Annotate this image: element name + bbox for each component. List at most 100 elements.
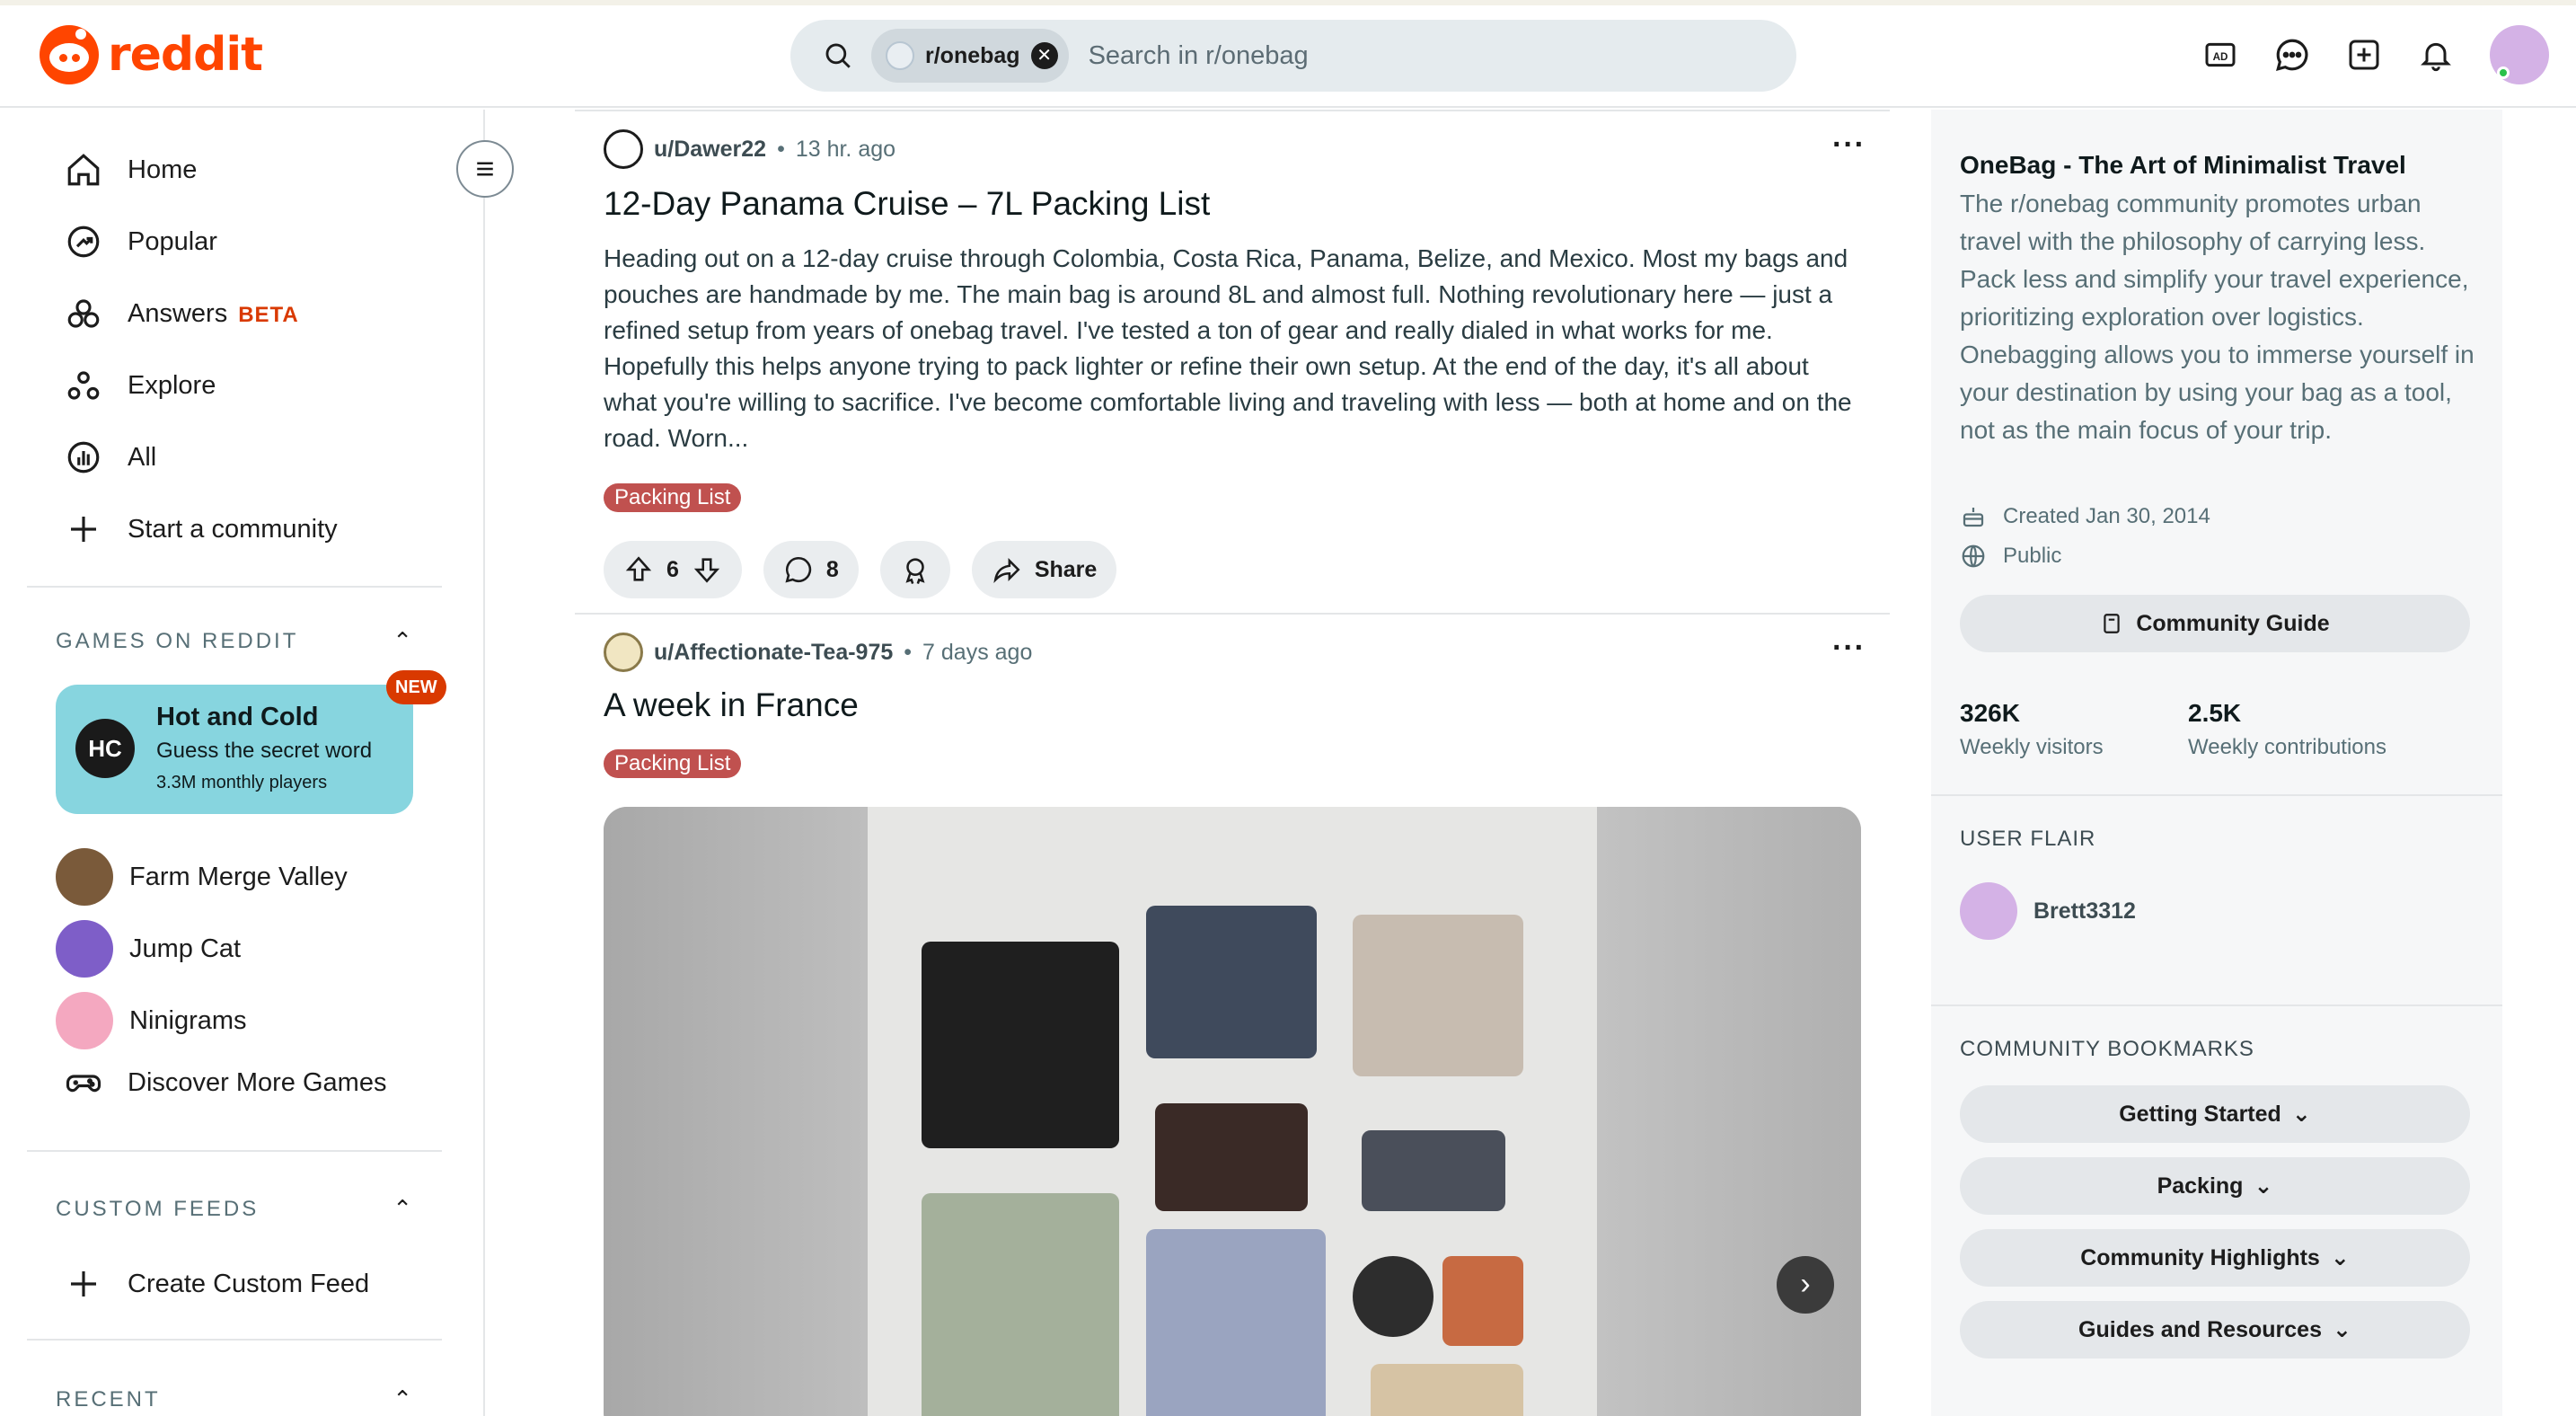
logo-text: reddit <box>108 28 263 82</box>
collapse-sidebar-button[interactable] <box>456 140 514 198</box>
plus-icon <box>71 517 96 542</box>
community-guide-label: Community Guide <box>2136 610 2330 636</box>
reddit-logo[interactable]: reddit <box>40 25 263 84</box>
post-title[interactable]: A week in France <box>604 686 859 724</box>
sidebar-item-label: Discover More Games <box>128 1067 387 1097</box>
games-section-header[interactable]: GAMES ON REDDIT ⌃ <box>56 627 415 655</box>
menu-icon <box>477 162 493 176</box>
post-image-gallery[interactable]: › <box>604 807 1861 1416</box>
upvote-icon[interactable] <box>623 554 654 585</box>
search-bar[interactable]: r/onebag ✕ <box>790 20 1796 92</box>
answers-icon <box>67 299 100 328</box>
new-badge: NEW <box>386 670 446 704</box>
chevron-up-icon: ⌃ <box>393 627 415 654</box>
user-flair[interactable]: Brett3312 <box>1960 882 2136 940</box>
sidebar-divider <box>27 586 442 588</box>
downvote-icon[interactable] <box>692 554 722 585</box>
bookmark-community-highlights[interactable]: Community Highlights ⌄ <box>1960 1229 2470 1287</box>
top-header: reddit r/onebag ✕ AD <box>0 5 2576 108</box>
sidebar-item-explore[interactable]: Explore <box>65 367 216 404</box>
sidebar-item-answers[interactable]: Answers BETA <box>65 295 299 332</box>
visibility-label: Public <box>2003 544 2062 568</box>
share-button[interactable]: Share <box>971 541 1117 598</box>
post-body[interactable]: Heading out on a 12-day cruise through C… <box>604 241 1861 456</box>
stat-label: Weekly visitors <box>1960 735 2104 759</box>
sidebar-item-farm-merge-valley[interactable]: Farm Merge Valley <box>56 848 348 906</box>
chevron-down-icon: ⌄ <box>2332 1317 2351 1342</box>
post-flair[interactable]: Packing List <box>604 483 742 512</box>
sidebar-item-popular[interactable]: Popular <box>65 223 217 261</box>
chevron-down-icon: ⌄ <box>2291 1102 2311 1127</box>
left-sidebar: Home Popular Answers BETA Explore All Sta… <box>0 110 485 1416</box>
meta-separator: • <box>904 639 913 665</box>
community-description: The r/onebag community promotes urban tr… <box>1960 190 2475 444</box>
stat-value: 326K <box>1960 699 2020 727</box>
jump-cat-icon <box>56 920 113 978</box>
popular-icon <box>67 226 100 258</box>
post-title[interactable]: 12-Day Panama Cruise – 7L Packing List <box>604 185 1210 223</box>
chip-label: r/onebag <box>925 42 1020 68</box>
created-date: Created Jan 30, 2014 <box>2003 504 2210 528</box>
sidebar-item-label: All <box>128 442 157 472</box>
search-icon <box>825 43 851 68</box>
sidebar-item-label: Start a community <box>128 514 338 544</box>
sidebar-item-label: Ninigrams <box>129 1005 247 1035</box>
user-avatar[interactable] <box>2490 25 2549 84</box>
chevron-up-icon: ⌃ <box>393 1385 415 1412</box>
sidebar-item-label: Home <box>128 155 198 184</box>
bookmark-guides-resources[interactable]: Guides and Resources ⌄ <box>1960 1301 2470 1358</box>
home-icon <box>67 154 100 186</box>
globe-icon <box>1962 544 1985 568</box>
reddit-snoo-icon <box>40 25 99 84</box>
post-author[interactable]: u/Dawer22 <box>654 137 766 163</box>
post-divider <box>575 613 1890 615</box>
bookmark-label: Packing <box>2157 1173 2244 1199</box>
vote-pill: 6 <box>604 541 742 598</box>
sidebar-item-discover-games[interactable]: Discover More Games <box>65 1064 386 1102</box>
next-image-button[interactable]: › <box>1777 1256 1834 1314</box>
close-icon[interactable]: ✕ <box>1030 42 1058 69</box>
games-section-title: GAMES ON REDDIT <box>56 628 299 653</box>
feed-divider <box>575 110 1890 111</box>
chat-icon[interactable] <box>2267 30 2317 80</box>
custom-feeds-title: CUSTOM FEEDS <box>56 1196 260 1221</box>
sidebar-divider <box>1931 794 2502 796</box>
sidebar-item-create-custom-feed[interactable]: Create Custom Feed <box>65 1265 369 1303</box>
beta-badge: BETA <box>238 302 299 327</box>
recent-section-header[interactable]: RECENT ⌃ <box>56 1385 415 1413</box>
featured-game-subtitle: Guess the secret word <box>156 739 373 763</box>
stat-label: Weekly contributions <box>2188 735 2386 759</box>
post-flair[interactable]: Packing List <box>604 749 742 778</box>
featured-game-card[interactable]: HC Hot and Cold Guess the secret word 3.… <box>56 685 413 814</box>
bookmark-packing[interactable]: Packing ⌄ <box>1960 1157 2470 1215</box>
award-button[interactable] <box>879 541 950 598</box>
author-avatar[interactable] <box>604 129 643 169</box>
cake-icon <box>1963 508 1984 527</box>
post-time: 7 days ago <box>922 639 1033 665</box>
sidebar-item-ninigrams[interactable]: Ninigrams <box>56 992 247 1049</box>
award-icon <box>905 558 925 584</box>
post-author[interactable]: u/Affectionate-Tea-975 <box>654 640 893 666</box>
ninigrams-icon <box>56 992 113 1049</box>
more-options-icon[interactable]: ··· <box>1832 128 1866 163</box>
advertise-icon[interactable]: AD <box>2195 30 2245 80</box>
notifications-icon[interactable] <box>2411 30 2461 80</box>
post-feed: u/Dawer22 • 13 hr. ago ··· 12-Day Panama… <box>575 110 1890 1416</box>
create-post-icon[interactable] <box>2339 30 2389 80</box>
bookmark-getting-started[interactable]: Getting Started ⌄ <box>1960 1085 2470 1143</box>
search-input[interactable] <box>1088 40 1628 71</box>
sidebar-item-home[interactable]: Home <box>65 151 197 189</box>
sidebar-item-jump-cat[interactable]: Jump Cat <box>56 920 241 978</box>
explore-icon <box>67 371 100 400</box>
author-avatar[interactable] <box>604 633 643 672</box>
comments-button[interactable]: 8 <box>763 541 859 598</box>
more-options-icon[interactable]: ··· <box>1832 631 1866 666</box>
custom-feeds-section-header[interactable]: CUSTOM FEEDS ⌃ <box>56 1195 415 1223</box>
sidebar-item-all[interactable]: All <box>65 438 156 476</box>
bookmark-label: Getting Started <box>2119 1101 2281 1127</box>
sidebar-item-start-community[interactable]: Start a community <box>65 510 338 548</box>
community-guide-button[interactable]: Community Guide <box>1960 595 2470 652</box>
sidebar-item-label: Farm Merge Valley <box>129 862 348 891</box>
community-sidebar: OneBag - The Art of Minimalist Travel Th… <box>1931 110 2502 1416</box>
image-blur-left <box>604 807 868 1416</box>
